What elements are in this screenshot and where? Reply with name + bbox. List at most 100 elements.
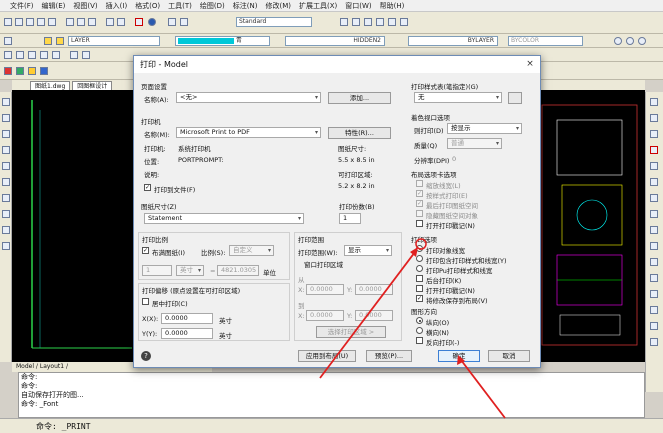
select-plot-area-button[interactable]: 选择打印区域 > bbox=[316, 326, 386, 338]
layer-select[interactable]: LAYER bbox=[68, 36, 160, 46]
array-icon[interactable] bbox=[650, 178, 658, 186]
plot-style-edit-button[interactable] bbox=[508, 92, 522, 104]
help-icon[interactable]: ? bbox=[141, 351, 151, 361]
tool-palette-icon[interactable] bbox=[40, 67, 48, 75]
color-select[interactable]: 青 bbox=[175, 36, 270, 46]
menu-tools[interactable]: 工具(T) bbox=[168, 1, 192, 11]
trim-icon[interactable] bbox=[650, 258, 658, 266]
light-icon[interactable] bbox=[82, 51, 90, 59]
printer-properties-button[interactable]: 特性(R)... bbox=[328, 127, 391, 139]
from-y-input[interactable]: 0.0000 bbox=[355, 284, 393, 295]
menu-format[interactable]: 格式(O) bbox=[135, 1, 160, 11]
line-tool-icon[interactable] bbox=[2, 98, 10, 106]
close-button[interactable]: × bbox=[524, 58, 536, 70]
stretch-icon[interactable] bbox=[650, 242, 658, 250]
menu-insert[interactable]: 插入(I) bbox=[106, 1, 128, 11]
zoom-window-icon[interactable] bbox=[40, 51, 48, 59]
erase-icon[interactable] bbox=[650, 98, 658, 106]
help-icon[interactable] bbox=[148, 18, 156, 26]
construction-line-icon[interactable] bbox=[2, 114, 10, 122]
fillet-icon[interactable] bbox=[650, 322, 658, 330]
chamfer-icon[interactable] bbox=[650, 306, 658, 314]
render-icon[interactable] bbox=[70, 51, 78, 59]
ok-button[interactable]: 确定 bbox=[438, 350, 480, 362]
lightbulb-icon[interactable] bbox=[44, 37, 52, 45]
plot-with-styles-checkbox[interactable]: ✓ bbox=[416, 190, 423, 197]
spline-icon[interactable] bbox=[2, 194, 10, 202]
ring-icon[interactable] bbox=[638, 37, 646, 45]
delete-icon[interactable] bbox=[135, 18, 143, 26]
menu-view[interactable]: 视图(V) bbox=[73, 1, 97, 11]
preview-icon[interactable] bbox=[48, 18, 56, 26]
cut-icon[interactable] bbox=[66, 18, 74, 26]
plot-range-select[interactable]: 显示 bbox=[344, 245, 392, 256]
text-style-icon[interactable] bbox=[168, 18, 176, 26]
open-file-icon[interactable] bbox=[15, 18, 23, 26]
break-icon[interactable] bbox=[650, 290, 658, 298]
scale-value-2[interactable]: 4821.0305 bbox=[217, 265, 259, 276]
background-plot-checkbox[interactable] bbox=[416, 275, 423, 282]
play-icon[interactable] bbox=[16, 67, 24, 75]
plotstyle-select[interactable]: BYCOLOR bbox=[508, 36, 583, 46]
rectangle-icon[interactable] bbox=[388, 18, 396, 26]
menu-file[interactable]: 文件(F) bbox=[10, 1, 34, 11]
shade-plot-select[interactable]: 按显示 bbox=[447, 123, 522, 134]
plot-paperspace-last-checkbox[interactable]: ✓ bbox=[416, 200, 423, 207]
dim-style-icon[interactable] bbox=[180, 18, 188, 26]
to-x-input[interactable]: 0.0000 bbox=[306, 310, 344, 321]
copy-icon[interactable] bbox=[77, 18, 85, 26]
arc-tool-icon[interactable] bbox=[2, 162, 10, 170]
rotate-icon[interactable] bbox=[650, 210, 658, 218]
save-to-layout-checkbox[interactable]: ✓ bbox=[416, 295, 423, 302]
print-icon[interactable] bbox=[37, 18, 45, 26]
offset-icon[interactable] bbox=[650, 162, 658, 170]
close-x-icon[interactable] bbox=[650, 146, 658, 154]
rect-tool-icon[interactable] bbox=[2, 146, 10, 154]
print-to-file-checkbox[interactable]: ✓ bbox=[144, 184, 151, 191]
add-page-setup-button[interactable]: 添加... bbox=[328, 92, 391, 104]
zoom-icon[interactable] bbox=[28, 51, 36, 59]
folder-icon[interactable] bbox=[28, 67, 36, 75]
quality-select[interactable]: 普通 bbox=[447, 138, 502, 149]
paper-size-select[interactable]: Statement bbox=[144, 213, 304, 224]
move-icon[interactable] bbox=[650, 194, 658, 202]
scale-unit-select[interactable]: 英寸 bbox=[176, 265, 204, 276]
fit-to-paper-checkbox[interactable]: ✓ bbox=[142, 247, 149, 254]
lineweight-select[interactable]: BYLAYER bbox=[408, 36, 498, 46]
menu-help[interactable]: 帮助(H) bbox=[380, 1, 405, 11]
ellipse-icon[interactable] bbox=[2, 210, 10, 218]
plot-stamp-checkbox[interactable] bbox=[416, 285, 423, 292]
scale-lineweights-checkbox[interactable] bbox=[416, 180, 423, 187]
menu-window[interactable]: 窗口(W) bbox=[345, 1, 371, 11]
point-icon[interactable] bbox=[2, 242, 10, 250]
new-file-icon[interactable] bbox=[4, 18, 12, 26]
hatch-icon[interactable] bbox=[400, 18, 408, 26]
landscape-radio[interactable] bbox=[416, 327, 423, 334]
printer-select[interactable]: Microsoft Print to PDF bbox=[176, 127, 321, 138]
circle-draw-icon[interactable] bbox=[2, 178, 10, 186]
menu-extension[interactable]: 扩展工具(X) bbox=[299, 1, 337, 11]
plot-lineweights-radio[interactable] bbox=[416, 245, 423, 252]
undo-icon[interactable] bbox=[106, 18, 114, 26]
extend-icon[interactable] bbox=[650, 274, 658, 282]
menu-dimension[interactable]: 标注(N) bbox=[233, 1, 258, 11]
center-plot-checkbox[interactable] bbox=[142, 298, 149, 305]
linetype-select[interactable]: HIDDEN2 bbox=[285, 36, 385, 46]
page-setup-select[interactable]: <无> bbox=[176, 92, 321, 103]
copies-input[interactable]: 1 bbox=[339, 213, 361, 224]
offset-x-input[interactable]: 0.0000 bbox=[161, 313, 213, 324]
target-icon[interactable] bbox=[626, 37, 634, 45]
layer-manager-icon[interactable] bbox=[4, 37, 12, 45]
zoom-extents-icon[interactable] bbox=[52, 51, 60, 59]
from-x-input[interactable]: 0.0000 bbox=[306, 284, 344, 295]
ratio-select[interactable]: 自定义 bbox=[229, 245, 274, 256]
save-icon[interactable] bbox=[26, 18, 34, 26]
polygon-icon[interactable] bbox=[2, 130, 10, 138]
mirror-icon[interactable] bbox=[650, 130, 658, 138]
to-y-input[interactable]: 0.0000 bbox=[355, 310, 393, 321]
portrait-radio[interactable] bbox=[416, 317, 423, 324]
plot-stamp-layout-checkbox[interactable] bbox=[416, 220, 423, 227]
apply-to-layout-button[interactable]: 应用到布局(U) bbox=[298, 350, 356, 362]
paste-icon[interactable] bbox=[88, 18, 96, 26]
scale-icon[interactable] bbox=[650, 226, 658, 234]
